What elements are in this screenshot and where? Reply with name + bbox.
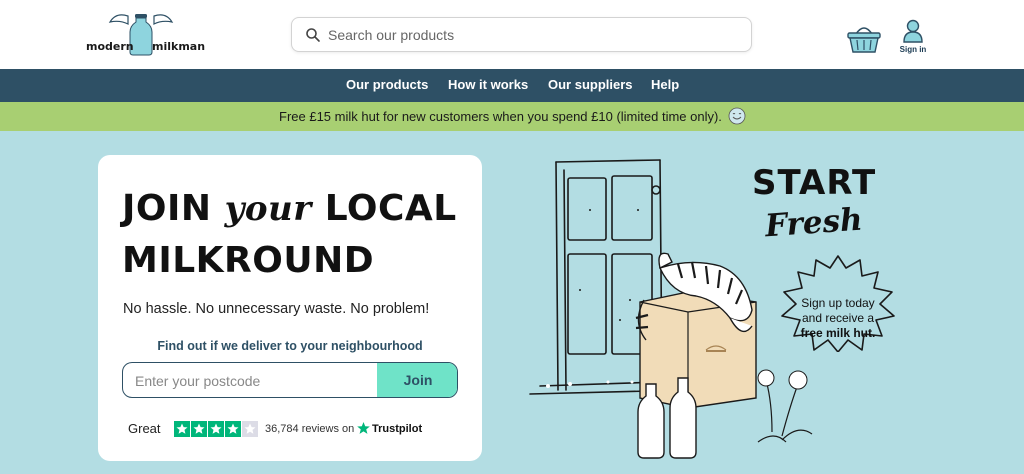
star-2-icon [191, 421, 207, 437]
find-out-label: Find out if we deliver to your neighbour… [157, 339, 423, 353]
trustpilot-star-icon [357, 421, 370, 434]
search-input[interactable] [328, 24, 728, 46]
headline-your: your [224, 189, 312, 229]
page-title: JOIN your LOCAL MILKROUND [122, 183, 472, 287]
badge-bold-line: free milk hut. [800, 326, 876, 340]
promo-banner: Free £15 milk hut for new customers when… [0, 102, 1024, 131]
trustpilot-logo[interactable]: Trustpilot [372, 423, 422, 435]
fresh-heading: Fresh [763, 201, 864, 245]
nav-how-it-works[interactable]: How it works [448, 77, 528, 92]
nav-our-suppliers[interactable]: Our suppliers [548, 77, 633, 92]
trustpilot-stars[interactable] [174, 421, 258, 437]
postcode-input[interactable] [135, 370, 375, 392]
site-header: modern milkman Sign in [0, 0, 1024, 69]
badge-text: Sign up today and receive a free milk hu… [783, 296, 893, 341]
start-heading: START [752, 163, 877, 203]
star-5-icon [242, 421, 258, 437]
user-icon [903, 19, 923, 43]
headline-join: JOIN [122, 188, 212, 229]
join-button[interactable]: Join [377, 363, 457, 397]
tagline: No hassle. No unnecessary waste. No prob… [123, 301, 430, 317]
logo-word-milkman: milkman [152, 40, 206, 53]
postcode-form: Join [122, 362, 458, 398]
smile-icon [728, 107, 746, 125]
main-nav: Our products How it works Our suppliers … [0, 69, 1024, 102]
account-signin[interactable]: Sign in [896, 18, 930, 58]
promo-text: Free £15 milk hut for new customers when… [279, 109, 722, 124]
signin-label: Sign in [899, 45, 927, 54]
search-bar [291, 17, 752, 52]
star-3-icon [208, 421, 224, 437]
star-4-icon [225, 421, 241, 437]
badge-line-1: Sign up today [801, 296, 875, 310]
nav-help[interactable]: Help [651, 77, 679, 92]
logo-word-modern: modern [86, 40, 134, 53]
modern-milkman-logo[interactable]: modern milkman [86, 10, 206, 56]
search-icon[interactable] [305, 27, 321, 43]
review-count[interactable]: 36,784 reviews on [265, 423, 354, 435]
badge-line-2: and receive a [801, 311, 875, 325]
rating-word: Great [128, 421, 161, 436]
basket-icon[interactable] [846, 22, 882, 54]
join-card: JOIN your LOCAL MILKROUND No hassle. No … [98, 155, 482, 461]
headline-local: LOCAL [324, 188, 457, 229]
headline-milkround: MILKROUND [122, 240, 375, 281]
star-1-icon [174, 421, 190, 437]
nav-our-products[interactable]: Our products [346, 77, 428, 92]
